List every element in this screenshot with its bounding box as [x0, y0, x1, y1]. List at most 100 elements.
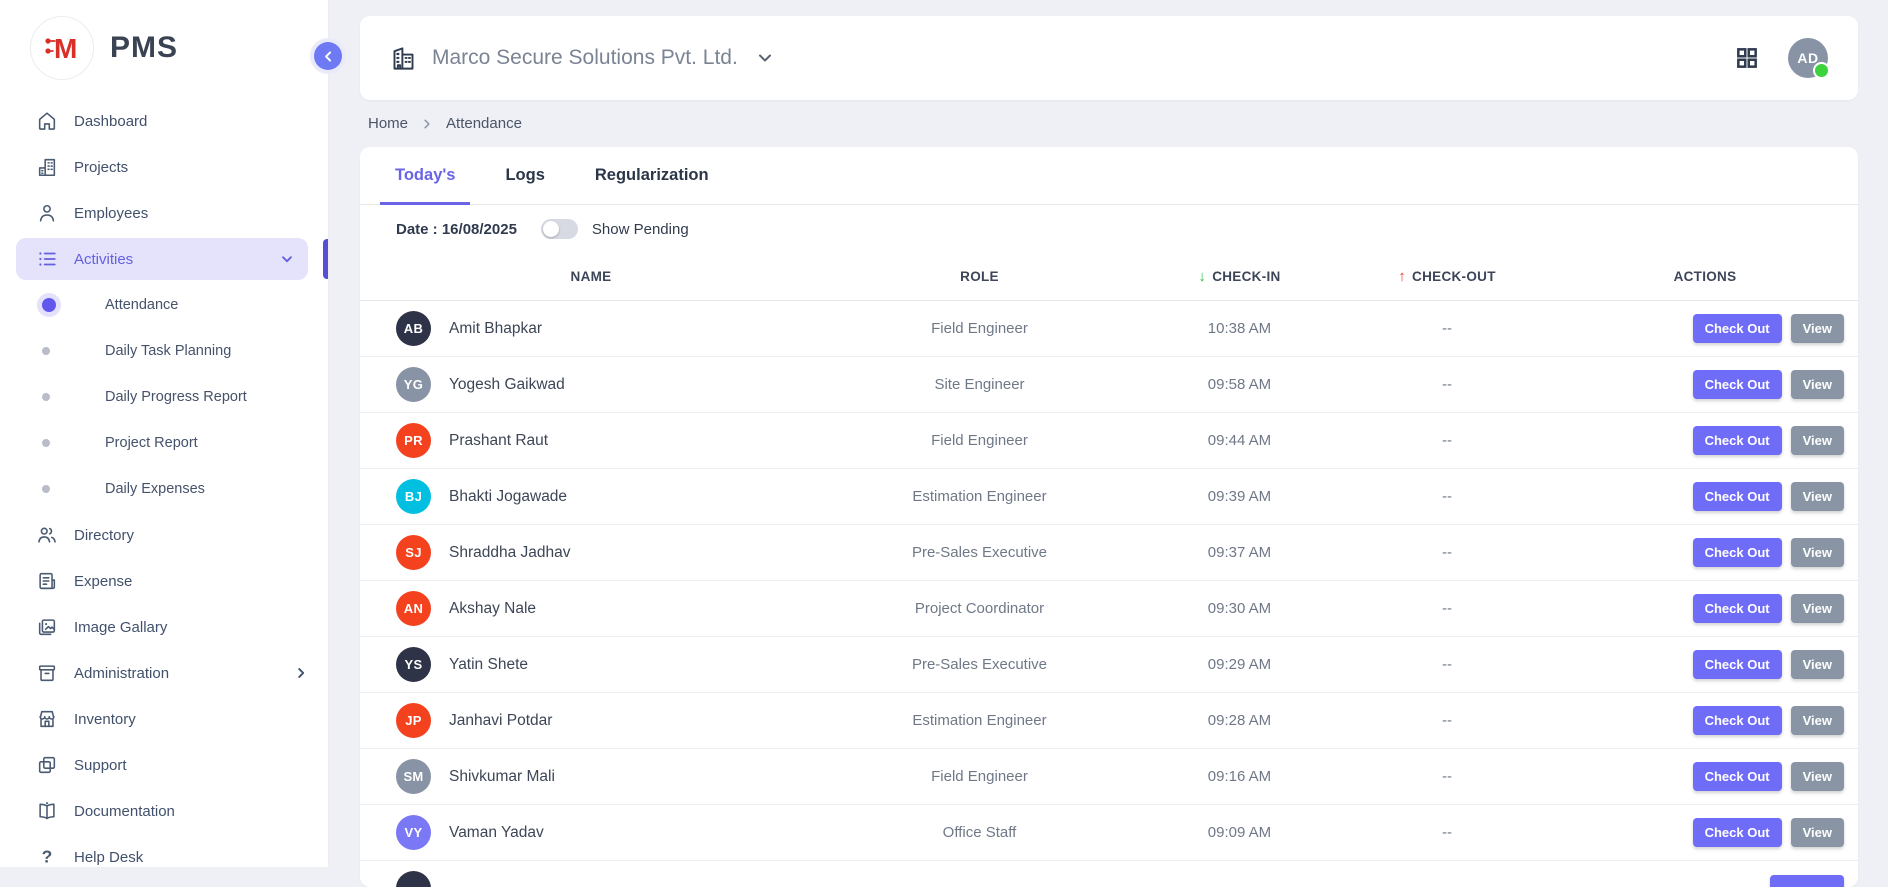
check-out-button[interactable]: Check Out [1693, 314, 1782, 343]
check-out-button[interactable]: Check Out [1693, 818, 1782, 847]
sidebar-subitem-daily-expenses[interactable]: Daily Expenses [0, 466, 328, 512]
receipt-icon [36, 570, 58, 592]
view-button[interactable]: View [1791, 762, 1844, 791]
table-body: ABAmit BhapkarField Engineer10:38 AM--Ch… [360, 301, 1858, 887]
column-header-check-in[interactable]: ↓ CHECK-IN [1137, 268, 1342, 285]
sort-down-arrow-icon: ↓ [1198, 268, 1206, 285]
name-cell [360, 871, 822, 887]
sidebar-item-dashboard[interactable]: Dashboard [0, 98, 328, 144]
breadcrumb-home[interactable]: Home [368, 115, 408, 132]
office-building-icon [390, 45, 417, 72]
view-button[interactable]: View [1791, 482, 1844, 511]
sidebar-item-help-desk[interactable]: ?Help Desk [0, 834, 328, 880]
chevron-right-icon [421, 118, 433, 130]
sidebar-item-image-gallary[interactable]: Image Gallary [0, 604, 328, 650]
gallery-icon [36, 616, 58, 638]
user-avatar[interactable]: AD [1788, 38, 1828, 78]
apps-grid-icon[interactable] [1734, 45, 1760, 71]
sidebar-subitem-daily-task-planning[interactable]: Daily Task Planning [0, 328, 328, 374]
avatar [396, 871, 431, 887]
check-in-time: 09:28 AM [1208, 712, 1271, 729]
tab-regularization[interactable]: Regularization [580, 147, 724, 204]
employee-role: Estimation Engineer [912, 712, 1046, 729]
check-out-button[interactable]: Check Out [1693, 482, 1782, 511]
check-out-button[interactable] [1770, 875, 1844, 887]
sidebar-subitem-project-report[interactable]: Project Report [0, 420, 328, 466]
check-out-time: -- [1442, 544, 1452, 561]
employee-name: Amit Bhapkar [449, 320, 542, 338]
name-cell: PRPrashant Raut [360, 423, 822, 458]
check-out-button[interactable]: Check Out [1693, 538, 1782, 567]
avatar: SM [396, 759, 431, 794]
view-button[interactable]: View [1791, 370, 1844, 399]
tab-logs[interactable]: Logs [490, 147, 559, 204]
sidebar-item-label: Help Desk [74, 849, 143, 866]
chevron-left-icon [322, 50, 335, 63]
sidebar-item-administration[interactable]: Administration [0, 650, 328, 696]
company-name: Marco Secure Solutions Pvt. Ltd. [432, 46, 738, 70]
check-out-button[interactable]: Check Out [1693, 426, 1782, 455]
view-button[interactable]: View [1791, 594, 1844, 623]
bullet-icon [42, 393, 50, 401]
employee-role: Project Coordinator [915, 600, 1044, 617]
column-header-name: NAME [360, 269, 822, 284]
company-selector[interactable]: Marco Secure Solutions Pvt. Ltd. [390, 45, 773, 72]
avatar: YS [396, 647, 431, 682]
table-row: BJBhakti JogawadeEstimation Engineer09:3… [360, 469, 1858, 525]
employee-name: Yogesh Gaikwad [449, 376, 565, 394]
column-header-check-out[interactable]: ↑ CHECK-OUT [1342, 268, 1552, 285]
breadcrumb-attendance[interactable]: Attendance [446, 115, 522, 132]
view-button[interactable]: View [1791, 706, 1844, 735]
sidebar-subitem-daily-progress-report[interactable]: Daily Progress Report [0, 374, 328, 420]
breadcrumb: Home Attendance [368, 115, 1858, 132]
check-out-time: -- [1442, 656, 1452, 673]
check-out-button[interactable]: Check Out [1693, 370, 1782, 399]
sidebar-item-directory[interactable]: Directory [0, 512, 328, 558]
check-in-time: 09:30 AM [1208, 600, 1271, 617]
employee-role: Pre-Sales Executive [912, 544, 1047, 561]
check-out-button[interactable]: Check Out [1693, 762, 1782, 791]
check-out-time: -- [1442, 824, 1452, 841]
employee-role: Estimation Engineer [912, 488, 1046, 505]
view-button[interactable]: View [1791, 314, 1844, 343]
column-header-role: ROLE [822, 269, 1137, 284]
sidebar-item-expense[interactable]: Expense [0, 558, 328, 604]
sidebar-item-support[interactable]: Support [0, 742, 328, 788]
employee-name: Vaman Yadav [449, 824, 544, 842]
main-area: Marco Secure Solutions Pvt. Ltd. AD Home… [328, 0, 1888, 887]
name-cell: SMShivkumar Mali [360, 759, 822, 794]
view-button[interactable]: View [1791, 818, 1844, 847]
attendance-card: Today's Logs Regularization Date : 16/08… [360, 147, 1858, 887]
name-cell: JPJanhavi Potdar [360, 703, 822, 738]
tab-todays[interactable]: Today's [380, 147, 470, 204]
sidebar-item-employees[interactable]: Employees [0, 190, 328, 236]
bullet-icon [42, 439, 50, 447]
view-button[interactable]: View [1791, 538, 1844, 567]
employee-name: Akshay Nale [449, 600, 536, 618]
name-cell: ABAmit Bhapkar [360, 311, 822, 346]
archive-icon [36, 662, 58, 684]
show-pending-toggle[interactable] [541, 219, 578, 239]
check-out-time: -- [1442, 488, 1452, 505]
employee-role: Office Staff [943, 824, 1017, 841]
employee-name: Yatin Shete [449, 656, 528, 674]
list-icon [36, 248, 58, 270]
view-button[interactable]: View [1791, 426, 1844, 455]
avatar: SJ [396, 535, 431, 570]
check-out-button[interactable]: Check Out [1693, 706, 1782, 735]
check-out-button[interactable]: Check Out [1693, 650, 1782, 679]
sidebar-collapse-button[interactable] [314, 42, 342, 70]
check-in-time: 09:39 AM [1208, 488, 1271, 505]
actions-cell: Check Out View [1552, 314, 1858, 343]
check-in-time: 09:44 AM [1208, 432, 1271, 449]
sidebar-subitem-attendance[interactable]: Attendance [0, 282, 328, 328]
sidebar-item-documentation[interactable]: Documentation [0, 788, 328, 834]
sidebar-item-activities[interactable]: Activities [16, 238, 308, 280]
check-out-button[interactable]: Check Out [1693, 594, 1782, 623]
sidebar-item-projects[interactable]: Projects [0, 144, 328, 190]
sidebar-item-label: Activities [74, 251, 133, 268]
sidebar-item-inventory[interactable]: Inventory [0, 696, 328, 742]
view-button[interactable]: View [1791, 650, 1844, 679]
sidebar-subitem-label: Daily Expenses [105, 481, 205, 497]
person-icon [36, 202, 58, 224]
